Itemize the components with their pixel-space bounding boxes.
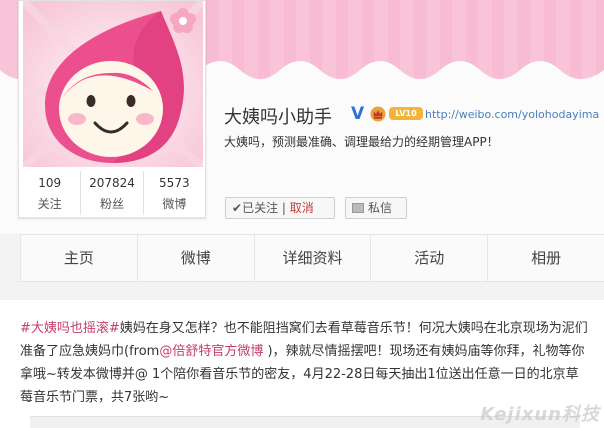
profile-description: 大姨吗，预测最准确、调理最给力的经期管理APP！ bbox=[224, 135, 499, 149]
tab-weibo[interactable]: 微博 bbox=[136, 235, 254, 281]
stat-posts-count: 5573 bbox=[159, 176, 190, 190]
post-text: #大姨吗也摇滚#姨妈在身又怎样？也不能阻挡窝们去看草莓音乐节！何况大姨吗在北京现… bbox=[20, 317, 590, 409]
envelope-icon bbox=[352, 203, 364, 213]
follow-button[interactable]: ✔已关注 | 取消 bbox=[225, 197, 335, 219]
stat-following[interactable]: 109 关注 bbox=[19, 171, 82, 215]
message-button[interactable]: 私信 bbox=[345, 197, 407, 219]
post-hashtag-link[interactable]: #大姨吗也摇滚# bbox=[20, 321, 120, 336]
profile-stats: 109 关注 207824 粉丝 5573 微博 bbox=[19, 171, 205, 215]
check-icon: ✔ bbox=[232, 201, 243, 215]
avatar-mascot-icon bbox=[23, 1, 203, 167]
stat-following-count: 109 bbox=[38, 176, 62, 190]
stat-followers-label: 粉丝 bbox=[99, 197, 124, 211]
tab-events[interactable]: 活动 bbox=[370, 235, 488, 281]
follow-status-label: 已关注 bbox=[242, 201, 279, 215]
follow-separator: | bbox=[281, 201, 286, 215]
stat-posts-label: 微博 bbox=[162, 197, 187, 211]
vip-crown-icon[interactable] bbox=[370, 106, 386, 122]
level-badge[interactable]: LV10 bbox=[389, 107, 423, 120]
watermark: Kejixun科技 bbox=[480, 404, 600, 425]
tab-home[interactable]: 主页 bbox=[20, 235, 137, 281]
stat-followers-count: 207824 bbox=[89, 176, 135, 190]
profile-url-link[interactable]: http://weibo.com/yolohodayima bbox=[425, 108, 599, 121]
unfollow-link[interactable]: 取消 bbox=[290, 201, 314, 215]
stat-followers[interactable]: 207824 粉丝 bbox=[81, 171, 144, 215]
profile-nav: 主页 微博 详细资料 活动 相册 bbox=[20, 234, 604, 282]
message-label: 私信 bbox=[368, 201, 393, 215]
stat-following-label: 关注 bbox=[37, 197, 62, 211]
post-mention-link[interactable]: @倍舒特官方微博 bbox=[159, 344, 263, 359]
verified-badge-icon[interactable]: V bbox=[351, 104, 364, 124]
avatar[interactable] bbox=[23, 1, 203, 167]
profile-name: 大姨吗小助手 bbox=[224, 107, 332, 128]
tab-albums[interactable]: 相册 bbox=[487, 235, 604, 281]
profile-card: 109 关注 207824 粉丝 5573 微博 bbox=[18, 0, 206, 218]
stat-posts[interactable]: 5573 微博 bbox=[144, 171, 205, 215]
tab-details[interactable]: 详细资料 bbox=[253, 235, 371, 281]
